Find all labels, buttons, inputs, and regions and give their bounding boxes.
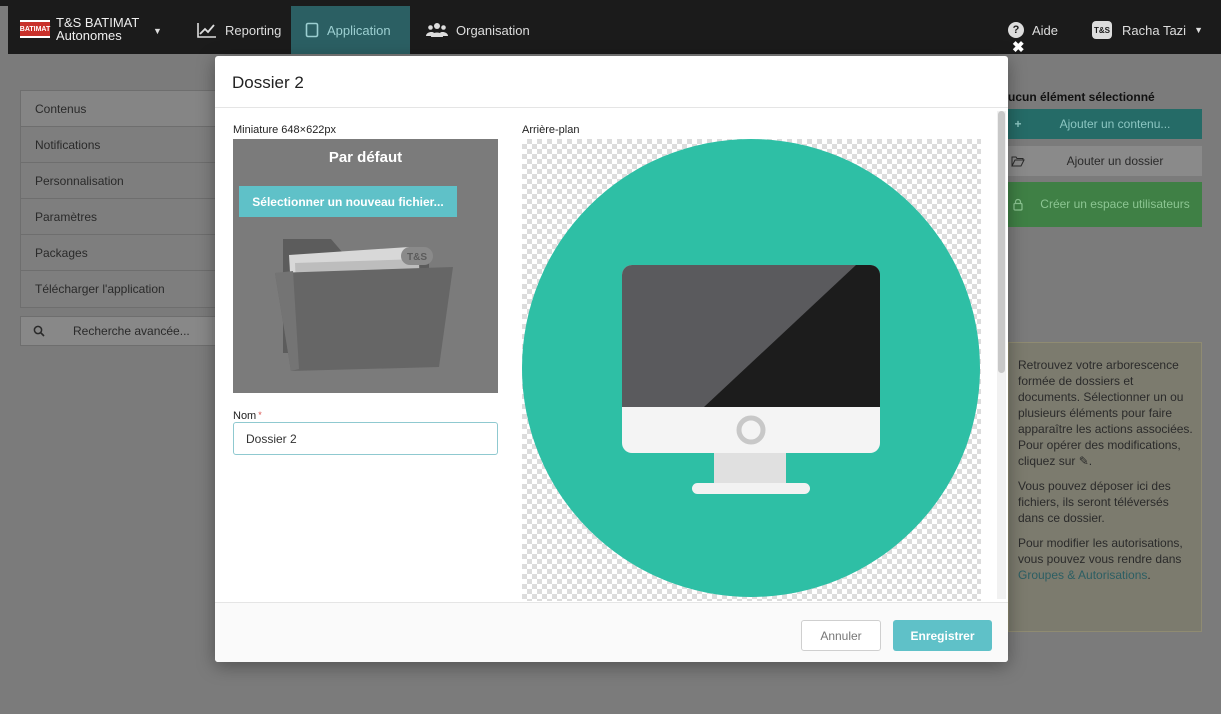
sidebar-item-telecharger[interactable]: Télécharger l'application — [21, 271, 215, 307]
selection-status: ucun élément sélectionné — [1008, 90, 1155, 104]
add-folder-button[interactable]: Ajouter un dossier — [1004, 146, 1202, 176]
thumbnail-label: Miniature 648×622px — [233, 124, 337, 136]
info-text-1-end: . — [1088, 454, 1093, 468]
line-chart-icon — [197, 23, 216, 38]
add-folder-label: Ajouter un dossier — [1066, 154, 1164, 168]
info-paragraph-1: Retrouvez votre arborescence formée de d… — [1018, 357, 1193, 469]
modal-title: Dossier 2 — [232, 73, 304, 92]
sidebar-item-contenus[interactable]: Contenus — [21, 91, 215, 127]
caret-down-icon[interactable]: ▼ — [153, 26, 162, 36]
select-file-button[interactable]: Sélectionner un nouveau fichier... — [239, 186, 457, 217]
groups-permissions-link[interactable]: Groupes & Autorisations — [1018, 568, 1147, 582]
add-content-button[interactable]: + Ajouter un contenu... — [1004, 109, 1202, 139]
user-menu[interactable]: T&S Racha Tazi ▼ — [1092, 6, 1203, 54]
info-text-3: Pour modifier les autorisations, vous po… — [1018, 536, 1183, 566]
add-content-label: Ajouter un contenu... — [1059, 117, 1171, 131]
nav-organisation[interactable]: Organisation — [412, 6, 544, 54]
nav-reporting[interactable]: Reporting — [183, 6, 295, 54]
nav-reporting-label: Reporting — [225, 22, 282, 38]
thumbnail-default-label: Par défaut — [328, 149, 403, 166]
create-user-space-button[interactable]: Créer un espace utilisateurs — [1004, 182, 1202, 227]
sidebar-item-personnalisation[interactable]: Personnalisation — [21, 163, 215, 199]
edit-icon: ✎ — [1078, 454, 1089, 468]
name-label-text: Nom — [233, 410, 257, 422]
brand-logo: BATIMAT — [20, 20, 50, 38]
cancel-button[interactable]: Annuler — [801, 620, 881, 651]
avatar: T&S — [1092, 21, 1112, 39]
name-input[interactable] — [233, 422, 498, 455]
advanced-search-label: Recherche avancée... — [73, 324, 190, 338]
info-paragraph-3: Pour modifier les autorisations, vous po… — [1018, 535, 1193, 583]
thumbnail-preview: Par défaut Sélectionner un nouveau fichi… — [233, 139, 498, 393]
modal-footer: Annuler Enregistrer — [215, 602, 1008, 662]
user-name: Racha Tazi — [1122, 22, 1187, 38]
monitor-icon — [522, 139, 980, 597]
save-button[interactable]: Enregistrer — [893, 620, 992, 651]
close-icon[interactable]: ✖ — [1012, 38, 1025, 56]
help-info-box: Retrouvez votre arborescence formée de d… — [1008, 342, 1202, 632]
folder-open-icon — [1011, 156, 1025, 166]
required-marker: * — [258, 410, 262, 420]
background-label: Arrière-plan — [522, 124, 580, 136]
search-icon — [33, 325, 45, 337]
nav-organisation-label: Organisation — [456, 22, 530, 38]
create-user-space-label: Créer un espace utilisateurs — [1040, 197, 1190, 211]
modal-scrollbar[interactable] — [997, 111, 1006, 599]
advanced-search-button[interactable]: Recherche avancée... — [20, 316, 216, 346]
folder-badge: T&S — [407, 252, 427, 263]
modal-header: Dossier 2 — [215, 56, 1008, 108]
navbar: BATIMAT T&S BATIMAT Autonomes ▼ Reportin… — [8, 6, 1221, 54]
caret-down-icon: ▼ — [1194, 25, 1203, 35]
brand-line2: Autonomes — [56, 28, 122, 43]
help-icon: ? — [1008, 22, 1024, 38]
folder-icon: T&S — [275, 239, 453, 371]
brand-name: T&S BATIMAT Autonomes — [56, 16, 139, 42]
nav-application[interactable]: Application — [291, 6, 410, 54]
sidebar-item-notifications[interactable]: Notifications — [21, 127, 215, 163]
lock-icon — [1013, 198, 1023, 211]
sidebar-item-parametres[interactable]: Paramètres — [21, 199, 215, 235]
tablet-icon — [305, 22, 319, 38]
info-text-3-end: . — [1147, 568, 1151, 582]
info-paragraph-2: Vous pouvez déposer ici des fichiers, il… — [1018, 479, 1171, 525]
folder-edit-modal: Dossier 2 Miniature 648×622px Arrière-pl… — [215, 56, 1008, 662]
info-text-1: Retrouvez votre arborescence formée de d… — [1018, 358, 1193, 468]
plus-icon: + — [1014, 117, 1022, 131]
nav-application-label: Application — [327, 22, 391, 38]
help-label: Aide — [1032, 22, 1059, 38]
sidebar-item-packages[interactable]: Packages — [21, 235, 215, 271]
brand[interactable]: BATIMAT T&S BATIMAT Autonomes — [20, 16, 140, 42]
name-label: Nom * — [233, 410, 262, 422]
sidebar-menu: Contenus Notifications Personnalisation … — [20, 90, 216, 308]
modal-body: Miniature 648×622px Arrière-plan Par déf… — [215, 109, 1008, 601]
scrollbar-thumb[interactable] — [998, 111, 1005, 373]
background-preview — [522, 139, 981, 601]
users-icon — [426, 23, 448, 37]
